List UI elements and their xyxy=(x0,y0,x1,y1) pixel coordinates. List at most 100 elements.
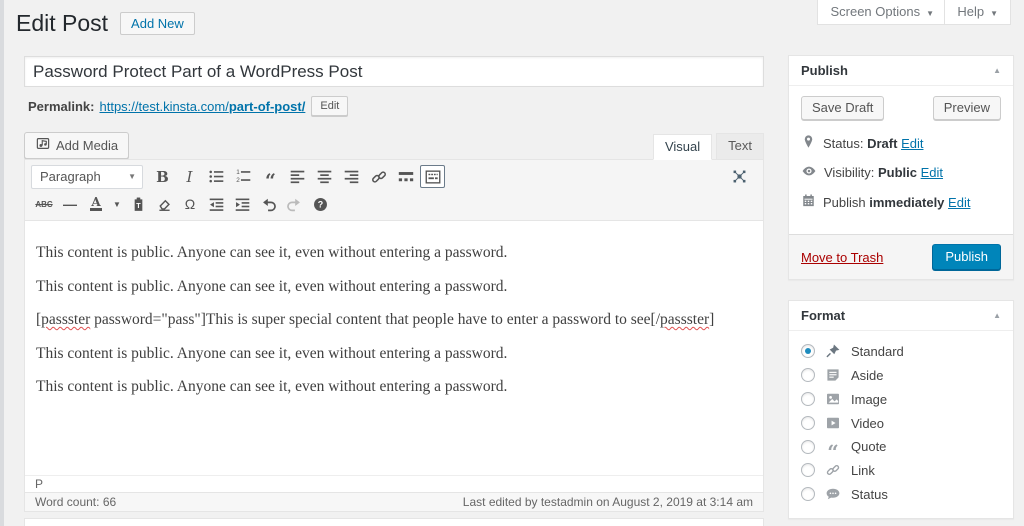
redo-icon[interactable] xyxy=(282,194,306,215)
element-path-bar: P xyxy=(25,475,763,492)
media-icon xyxy=(35,136,51,154)
aside-icon xyxy=(823,367,843,383)
publish-metabox-title: Publish xyxy=(801,63,848,78)
format-metabox-header[interactable]: Format ▲ xyxy=(789,301,1013,331)
wordpress-edit-post-screen: Screen Options ▼ Help ▼ Edit Post Add New … xyxy=(0,0,1024,526)
format-option-quote[interactable]: “ Quote xyxy=(801,435,1001,462)
link-icon[interactable] xyxy=(366,165,391,188)
italic-icon[interactable]: I xyxy=(177,165,202,188)
format-option-video[interactable]: Video xyxy=(801,411,1001,435)
strikethrough-icon[interactable]: ABC xyxy=(32,194,56,215)
decrease-indent-icon[interactable] xyxy=(204,194,228,215)
save-draft-button[interactable]: Save Draft xyxy=(801,96,885,120)
help-tab[interactable]: Help ▼ xyxy=(944,0,1011,25)
calendar-icon xyxy=(801,193,816,211)
move-to-trash-link[interactable]: Move to Trash xyxy=(801,250,883,265)
visibility-row: Visibility: Public Edit xyxy=(801,163,1001,182)
status-row: Status: Draft Edit xyxy=(801,134,1001,152)
svg-text:?: ? xyxy=(317,199,322,209)
format-metabox-title: Format xyxy=(801,308,846,323)
add-new-button[interactable]: Add New xyxy=(120,11,195,35)
numbered-list-icon[interactable]: 12 xyxy=(231,165,256,188)
svg-text:1: 1 xyxy=(236,169,240,176)
publish-metabox-header[interactable]: Publish ▲ xyxy=(789,56,1013,86)
radio-aside[interactable] xyxy=(801,368,815,382)
special-character-icon[interactable]: Ω xyxy=(178,194,202,215)
align-center-icon[interactable] xyxy=(312,165,337,188)
horizontal-rule-icon[interactable]: — xyxy=(58,194,82,215)
edit-visibility-link[interactable]: Edit xyxy=(921,165,943,180)
radio-quote[interactable] xyxy=(801,439,815,454)
format-option-label: Quote xyxy=(851,439,887,454)
format-option-image[interactable]: Image xyxy=(801,387,1001,411)
text-color-icon[interactable]: A xyxy=(84,194,108,215)
chevron-down-icon: ▼ xyxy=(926,9,934,18)
distraction-free-icon[interactable] xyxy=(727,165,752,188)
format-option-label: Standard xyxy=(851,343,904,359)
align-left-icon[interactable] xyxy=(285,165,310,188)
misspelled-word: passster xyxy=(41,311,91,328)
screen-options-tab[interactable]: Screen Options ▼ xyxy=(817,0,947,25)
screen-options-label: Screen Options xyxy=(830,4,921,19)
radio-image[interactable] xyxy=(801,392,815,406)
radio-link[interactable] xyxy=(801,463,815,477)
format-option-status[interactable]: Status xyxy=(801,482,1001,506)
increase-indent-icon[interactable] xyxy=(230,194,254,215)
keyboard-shortcuts-icon[interactable]: ? xyxy=(308,194,332,215)
post-title-input[interactable] xyxy=(24,56,764,87)
svg-text:2: 2 xyxy=(236,177,240,184)
schedule-row: Publish immediately Edit xyxy=(801,193,1001,211)
format-option-standard[interactable]: Standard xyxy=(801,339,1001,363)
eye-icon xyxy=(801,163,817,182)
text-color-dropdown-icon[interactable]: ▼ xyxy=(110,194,124,215)
editor-content-area[interactable]: This content is public. Anyone can see i… xyxy=(25,221,763,475)
bold-icon[interactable]: B xyxy=(150,165,175,188)
blockquote-icon[interactable]: “ xyxy=(258,165,283,190)
content-shortcode-line: [passster password="pass"]This is super … xyxy=(36,311,715,328)
tab-visual[interactable]: Visual xyxy=(652,134,713,160)
format-option-label: Status xyxy=(851,486,888,502)
link-icon xyxy=(823,462,843,478)
format-option-aside[interactable]: Aside xyxy=(801,363,1001,387)
page-heading-row: Edit Post Add New xyxy=(16,8,195,38)
add-media-button[interactable]: Add Media xyxy=(24,132,130,159)
content-paragraph: This content is public. Anyone can see i… xyxy=(36,244,508,261)
paragraph-format-select[interactable]: Paragraph ▼ xyxy=(31,164,143,189)
format-option-label: Aside xyxy=(851,367,884,383)
edit-schedule-link[interactable]: Edit xyxy=(948,195,970,210)
status-icon xyxy=(823,486,843,502)
read-more-icon[interactable] xyxy=(393,165,418,188)
tab-text[interactable]: Text xyxy=(716,133,764,159)
publish-button[interactable]: Publish xyxy=(932,244,1001,270)
undo-icon[interactable] xyxy=(256,194,280,215)
video-icon xyxy=(823,415,843,431)
chevron-down-icon: ▼ xyxy=(128,172,136,181)
add-media-label: Add Media xyxy=(56,137,119,153)
element-path-value[interactable]: P xyxy=(35,477,43,491)
paste-as-text-icon[interactable]: T xyxy=(126,194,150,215)
collapse-icon[interactable]: ▲ xyxy=(993,66,1001,75)
preview-button[interactable]: Preview xyxy=(932,96,1001,120)
toolbar-toggle-icon[interactable] xyxy=(420,165,445,188)
radio-video[interactable] xyxy=(801,416,815,430)
format-metabox: Format ▲ Standard Aside Image Video “ Qu… xyxy=(788,300,1014,519)
radio-status[interactable] xyxy=(801,487,815,501)
permalink-link[interactable]: https://test.kinsta.com/part-of-post/ xyxy=(99,99,305,114)
paragraph-format-value: Paragraph xyxy=(40,169,101,184)
radio-standard[interactable] xyxy=(801,344,815,358)
post-status-pin-icon xyxy=(801,134,816,152)
align-right-icon[interactable] xyxy=(339,165,364,188)
toolbar-row-1: Paragraph ▼ B I 12 “ xyxy=(29,162,759,191)
collapse-icon[interactable]: ▲ xyxy=(993,311,1001,320)
bulleted-list-icon[interactable] xyxy=(204,165,229,188)
editor-status-bar: Word count: 66 Last edited by testadmin … xyxy=(25,492,763,511)
page-title: Edit Post xyxy=(16,10,109,36)
last-edited-note: Last edited by testadmin on August 2, 20… xyxy=(462,495,753,509)
edit-status-link[interactable]: Edit xyxy=(901,136,923,151)
clear-formatting-icon[interactable] xyxy=(152,194,176,215)
content-paragraph: This content is public. Anyone can see i… xyxy=(36,344,508,362)
format-option-label: Video xyxy=(851,415,885,431)
permalink-edit-button[interactable]: Edit xyxy=(311,96,349,116)
pushpin-icon xyxy=(823,343,843,359)
post-content-editor: Paragraph ▼ B I 12 “ ABC — A ▼ T Ω ? Thi… xyxy=(24,159,764,512)
